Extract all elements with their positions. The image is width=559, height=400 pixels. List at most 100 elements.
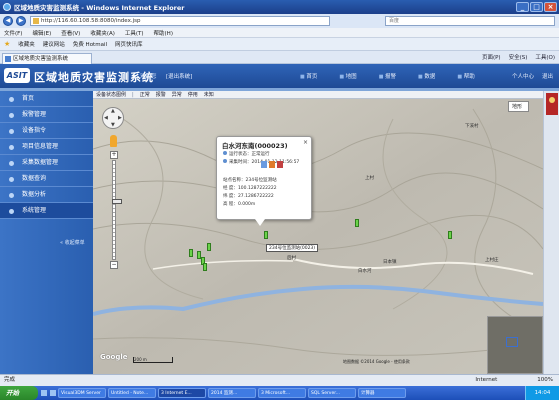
app-name: 区域地质灾害监测系统 bbox=[34, 71, 154, 84]
taskbar-item[interactable]: 3 Internet E... bbox=[158, 388, 206, 398]
station-marker[interactable] bbox=[189, 249, 193, 257]
map-area[interactable]: 设备状态图例 | 正常 报警 异常 停用 未知 地形 ▲ ▼ ◀ ▶ + − 2… bbox=[93, 91, 543, 374]
popup-icon-row bbox=[261, 161, 283, 168]
legend-disabled[interactable]: 停用 bbox=[188, 91, 198, 98]
back-button[interactable]: ◀ bbox=[3, 16, 13, 26]
station-marker[interactable] bbox=[203, 263, 207, 271]
collapse-menu-link[interactable]: « 收起菜单 bbox=[60, 239, 85, 246]
start-button[interactable]: 开始 bbox=[0, 386, 38, 400]
forward-button[interactable]: ▶ bbox=[16, 16, 26, 26]
sidebar-item-collection[interactable]: 采集数据管理 bbox=[0, 155, 93, 171]
taskbar-item[interactable]: 3 Microsoft... bbox=[258, 388, 306, 398]
overview-viewport[interactable] bbox=[506, 337, 518, 347]
sidebar-item-device-command[interactable]: 设备指令 bbox=[0, 123, 93, 139]
menu-favorites[interactable]: 收藏夹(A) bbox=[90, 29, 115, 37]
street-view-pegman-icon[interactable] bbox=[110, 135, 117, 147]
zoom-out-button[interactable]: − bbox=[110, 261, 118, 269]
taskbar-item[interactable]: 计算器 bbox=[358, 388, 406, 398]
legend-title: 设备状态图例 bbox=[96, 92, 127, 98]
zoom-control[interactable]: + − bbox=[110, 151, 122, 269]
pan-right-icon[interactable]: ▶ bbox=[118, 115, 122, 121]
sidebar-item-system[interactable]: 系统管理 bbox=[0, 203, 93, 219]
status-bar: 完成 Internet 100% bbox=[0, 374, 559, 386]
sidebar-item-query[interactable]: 数据查询 bbox=[0, 171, 93, 187]
logout-link[interactable]: [退出系统] bbox=[166, 72, 192, 80]
zoom-slider-thumb[interactable] bbox=[112, 199, 122, 204]
quick-launch-icon[interactable] bbox=[50, 390, 56, 396]
alarm-flag-icon[interactable] bbox=[546, 93, 558, 115]
popup-field: 高 程：0.000m bbox=[223, 202, 256, 207]
overview-map[interactable] bbox=[487, 316, 543, 374]
taskbar-item[interactable]: 2014 监测... bbox=[208, 388, 256, 398]
fav-suggested-sites[interactable]: 建议网站 bbox=[43, 40, 65, 48]
fav-web-slice[interactable]: 网页快讯库 bbox=[115, 40, 143, 48]
sidebar-item-home[interactable]: 首页 bbox=[0, 91, 93, 107]
menu-help[interactable]: 帮助(H) bbox=[154, 29, 173, 37]
map-type-select[interactable]: 地形 bbox=[507, 101, 529, 112]
top-nav: 首页 地图 报警 数据 帮助 bbox=[300, 72, 475, 80]
station-marker[interactable] bbox=[448, 231, 452, 239]
menu-file[interactable]: 文件(F) bbox=[4, 29, 22, 37]
pan-up-icon[interactable]: ▲ bbox=[111, 108, 115, 114]
cmd-tools[interactable]: 工具(O) bbox=[535, 53, 555, 61]
station-marker[interactable] bbox=[207, 243, 211, 251]
fav-hotmail[interactable]: 免费 Hotmail bbox=[73, 40, 107, 48]
menu-tools[interactable]: 工具(T) bbox=[125, 29, 144, 37]
top-link-home[interactable]: 首页 bbox=[300, 72, 317, 80]
popup-close-button[interactable]: × bbox=[303, 139, 308, 146]
place-label: 上村庄 bbox=[485, 258, 499, 263]
top-link-help[interactable]: 帮助 bbox=[457, 72, 475, 80]
exit-link[interactable]: 退出 bbox=[542, 72, 553, 80]
sidebar: 首页 报警管理 设备指令 项目信息管理 采集数据管理 数据查询 数据分析 系统管… bbox=[0, 91, 93, 374]
top-link-data[interactable]: 数据 bbox=[418, 72, 435, 80]
popup-field: 站点名称：234号位监测站 bbox=[223, 178, 277, 183]
legend-alarm[interactable]: 报警 bbox=[156, 91, 166, 98]
taskbar-item[interactable]: Untitled - Note... bbox=[108, 388, 156, 398]
sidebar-item-alarm[interactable]: 报警管理 bbox=[0, 107, 93, 123]
sidebar-item-project[interactable]: 项目信息管理 bbox=[0, 139, 93, 155]
pan-left-icon[interactable]: ◀ bbox=[104, 115, 108, 121]
legend-normal[interactable]: 正常 bbox=[140, 91, 150, 98]
quick-launch-icon[interactable] bbox=[41, 390, 47, 396]
scale-bar: 200 m bbox=[133, 357, 173, 363]
menu-edit[interactable]: 编辑(E) bbox=[32, 29, 51, 37]
address-input[interactable]: http://116.60.108.58:8080/index.jsp bbox=[30, 16, 330, 26]
menu-view[interactable]: 查看(V) bbox=[61, 29, 80, 37]
taskbar: 开始 Visual3DM Server Untitled - Note... 3… bbox=[0, 386, 559, 400]
station-marker[interactable] bbox=[355, 219, 359, 227]
legend-abnormal[interactable]: 异常 bbox=[172, 91, 182, 98]
station-label: 234号位监测站(0023) bbox=[266, 244, 319, 252]
top-link-alarm[interactable]: 报警 bbox=[379, 72, 396, 80]
pan-down-icon[interactable]: ▼ bbox=[111, 122, 115, 128]
popup-title: 白水河东南(000023) bbox=[222, 142, 288, 150]
ie-icon bbox=[3, 3, 11, 11]
favorites-bar: ★ 收藏夹 建议网站 免费 Hotmail 网页快讯库 bbox=[0, 38, 559, 51]
info-icon[interactable] bbox=[261, 161, 267, 168]
command-bar: 页面(P) 安全(S) 工具(O) bbox=[482, 53, 555, 61]
pan-control[interactable]: ▲ ▼ ◀ ▶ bbox=[102, 107, 124, 129]
search-input[interactable]: 百度 bbox=[385, 16, 555, 26]
zoom-slider-track[interactable] bbox=[112, 160, 122, 260]
legend-unknown[interactable]: 未知 bbox=[204, 91, 214, 98]
taskbar-item[interactable]: SQL Server... bbox=[308, 388, 356, 398]
station-marker-selected[interactable] bbox=[264, 231, 268, 239]
status-icon bbox=[223, 151, 227, 155]
chart-icon[interactable] bbox=[269, 161, 275, 168]
map-attribution[interactable]: 地图数据 ©2014 Google - 使用条款 bbox=[343, 359, 410, 365]
browser-tab[interactable]: 区域地质灾害监测系统 bbox=[2, 53, 92, 64]
close-window-button[interactable]: × bbox=[544, 2, 557, 12]
station-info-popup: × 白水河东南(000023) 运行状态：正常运行 采集时间：2014-01-1… bbox=[216, 136, 312, 226]
minimize-button[interactable]: _ bbox=[516, 2, 529, 12]
sidebar-item-analysis[interactable]: 数据分析 bbox=[0, 187, 93, 203]
personal-center-link[interactable]: 个人中心 bbox=[512, 72, 534, 80]
maximize-button[interactable]: □ bbox=[530, 2, 543, 12]
top-link-map[interactable]: 地图 bbox=[339, 72, 357, 80]
zoom-in-button[interactable]: + bbox=[110, 151, 118, 159]
zoom-level[interactable]: 100% bbox=[537, 375, 559, 386]
taskbar-item[interactable]: Visual3DM Server bbox=[58, 388, 106, 398]
cmd-safety[interactable]: 安全(S) bbox=[509, 53, 528, 61]
cmd-page[interactable]: 页面(P) bbox=[482, 53, 501, 61]
favorites-button[interactable]: 收藏夹 bbox=[18, 40, 35, 48]
alarm-icon[interactable] bbox=[277, 161, 283, 168]
tab-bar: 区域地质灾害监测系统 页面(P) 安全(S) 工具(O) bbox=[0, 51, 559, 64]
